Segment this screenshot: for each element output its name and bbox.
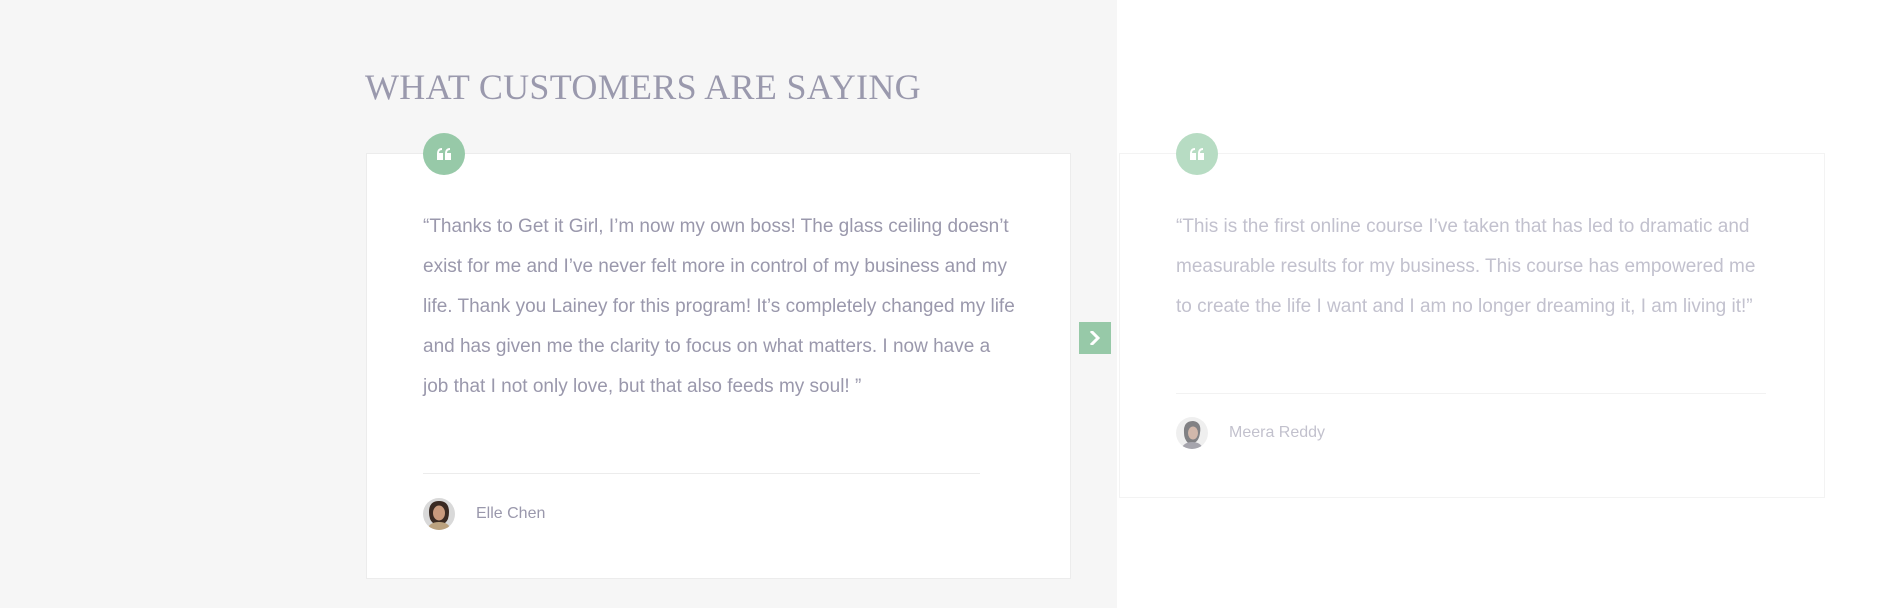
section-title: WHAT CUSTOMERS ARE SAYING xyxy=(365,67,921,107)
author-name: Elle Chen xyxy=(476,505,546,522)
divider xyxy=(1176,393,1766,394)
chevron-right-icon xyxy=(1089,331,1101,345)
quote-icon xyxy=(1176,133,1218,175)
avatar xyxy=(1176,417,1208,449)
testimonial-author: Meera Reddy xyxy=(1176,416,1325,450)
next-testimonial-button[interactable] xyxy=(1079,322,1111,354)
divider xyxy=(423,473,980,474)
testimonial-card-active: “Thanks to Get it Girl, I’m now my own b… xyxy=(366,133,1071,579)
testimonial-author: Elle Chen xyxy=(423,497,545,531)
testimonial-quote: “This is the first online course I’ve ta… xyxy=(1176,216,1756,317)
avatar xyxy=(423,498,455,530)
author-name: Meera Reddy xyxy=(1229,424,1326,441)
quote-icon xyxy=(423,133,465,175)
testimonial-quote: “Thanks to Get it Girl, I’m now my own b… xyxy=(423,216,1015,397)
testimonial-card-next: “This is the first online course I’ve ta… xyxy=(1119,133,1825,498)
